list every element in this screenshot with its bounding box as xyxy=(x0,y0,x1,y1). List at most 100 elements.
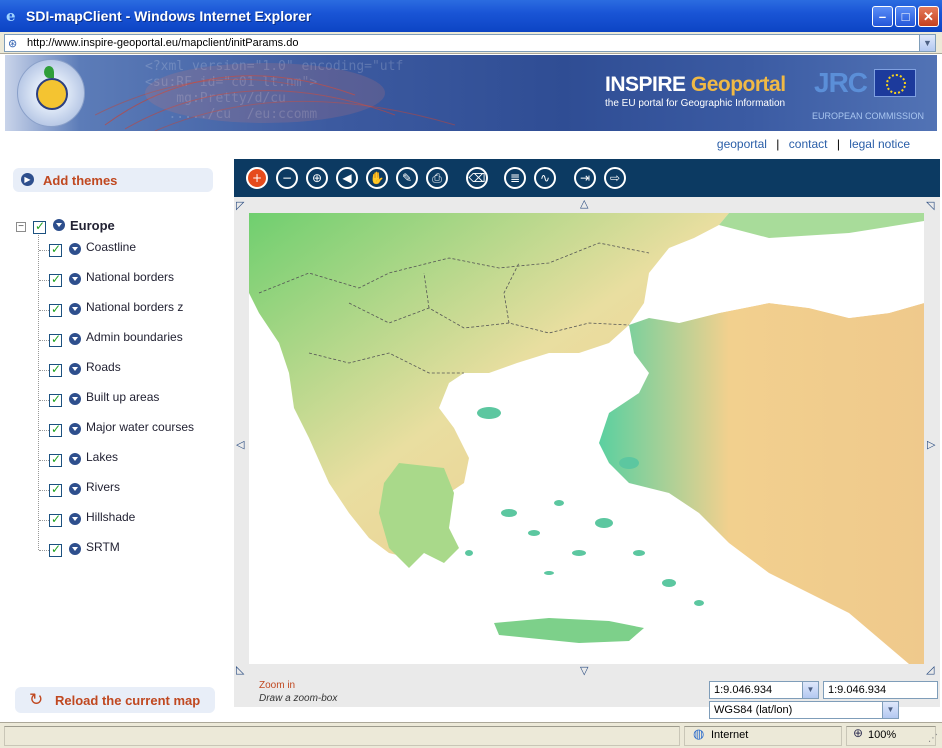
layer-label[interactable]: Coastline xyxy=(86,240,136,254)
link-separator: | xyxy=(836,137,840,151)
tree-branch-line xyxy=(39,400,49,401)
add-themes-label: Add themes xyxy=(43,173,118,188)
layer-label[interactable]: Lakes xyxy=(86,450,118,464)
window-titlebar: e SDI-mapClient - Windows Internet Explo… xyxy=(0,0,942,32)
pan-northeast-icon[interactable]: ◹ xyxy=(926,199,934,212)
layer-label[interactable]: Built up areas xyxy=(86,390,159,404)
geoportal-link[interactable]: geoportal xyxy=(717,137,767,151)
status-zone-cell xyxy=(684,726,842,746)
status-message-cell xyxy=(4,726,680,746)
browser-statusbar: ◍ Internet ⊕ 100% ⋰ xyxy=(0,722,942,748)
pan-west-icon[interactable]: ◁ xyxy=(236,438,244,451)
layer-checkbox[interactable] xyxy=(49,392,62,407)
export-tool-icon[interactable]: ⇥ xyxy=(574,167,596,189)
layer-checkbox[interactable] xyxy=(49,242,62,257)
active-tool-label: Zoom in xyxy=(259,680,296,691)
banner-arcs-decoration xyxy=(95,63,456,131)
url-dropdown-chevron-down-icon[interactable]: ▼ xyxy=(919,35,935,51)
eu-flag-icon xyxy=(874,69,916,97)
tree-collapse-toggle[interactable]: − xyxy=(16,222,26,232)
top-links: geoportal | contact | legal notice xyxy=(717,137,910,151)
pan-north-icon[interactable]: △ xyxy=(580,197,588,210)
pan-east-icon[interactable]: ▷ xyxy=(927,438,935,451)
layer-label[interactable]: National borders xyxy=(86,270,174,284)
scale-select-chevron-down-icon: ▼ xyxy=(802,682,818,698)
zoom-in-tool-icon[interactable]: + xyxy=(246,167,268,189)
maximize-button[interactable]: □ xyxy=(895,6,916,27)
layer-label[interactable]: Rivers xyxy=(86,480,120,494)
crs-select-value: WGS84 (lat/lon) xyxy=(714,704,793,716)
layer-options-icon[interactable] xyxy=(69,273,81,285)
layer-label[interactable]: Hillshade xyxy=(86,510,135,524)
layer-options-icon[interactable] xyxy=(69,303,81,315)
profile-tool-icon[interactable]: ∿ xyxy=(534,167,556,189)
layer-checkbox[interactable] xyxy=(49,422,62,437)
layer-options-icon[interactable] xyxy=(69,333,81,345)
layer-options-icon[interactable] xyxy=(69,543,81,555)
reload-map-label: Reload the current map xyxy=(55,693,201,708)
layer-checkbox-europe[interactable] xyxy=(33,219,46,234)
layer-options-icon[interactable] xyxy=(69,513,81,525)
layer-options-icon[interactable] xyxy=(69,453,81,465)
scale-select[interactable]: 1:9.046.934 ▼ xyxy=(709,681,819,699)
zoom-out-tool-icon[interactable]: − xyxy=(276,167,298,189)
layer-label[interactable]: Roads xyxy=(86,360,121,374)
layer-checkbox[interactable] xyxy=(49,512,62,527)
layer-checkbox[interactable] xyxy=(49,332,62,347)
layer-label[interactable]: Admin boundaries xyxy=(86,330,183,344)
tree-branch-line xyxy=(39,370,49,371)
layer-options-icon[interactable] xyxy=(69,363,81,375)
zoom-level-label[interactable]: 100% xyxy=(868,729,896,741)
reload-map-button[interactable]: ↻ Reload the current map xyxy=(15,687,215,713)
jrc-logo-text: JRC xyxy=(814,67,868,98)
address-bar: ⊛ http://www.inspire-geoportal.eu/mapcli… xyxy=(0,32,942,54)
save-tool-icon[interactable]: ⇨ xyxy=(604,167,626,189)
zoom-extent-tool-icon[interactable]: ⊕ xyxy=(306,167,328,189)
layer-checkbox[interactable] xyxy=(49,452,62,467)
measure-tool-icon[interactable]: ✎ xyxy=(396,167,418,189)
pan-south-icon[interactable]: ▽ xyxy=(580,664,588,677)
brand-name-main: INSPIRE xyxy=(605,73,691,96)
layer-options-icon[interactable] xyxy=(69,393,81,405)
resize-grip-icon[interactable]: ⋰ xyxy=(928,733,938,744)
close-button[interactable]: ✕ xyxy=(918,6,939,27)
tree-root-label[interactable]: Europe xyxy=(70,218,115,233)
url-field[interactable]: ⊛ http://www.inspire-geoportal.eu/mapcli… xyxy=(4,34,936,52)
legend-tool-icon[interactable]: ≣ xyxy=(504,167,526,189)
pan-northwest-icon[interactable]: ◸ xyxy=(236,199,244,212)
layer-label[interactable]: Major water courses xyxy=(86,420,194,434)
pan-hand-tool-icon[interactable]: ✋ xyxy=(366,167,388,189)
layer-label[interactable]: SRTM xyxy=(86,540,120,554)
ie-logo-icon: e xyxy=(6,7,16,25)
scale-input[interactable] xyxy=(823,681,938,699)
map-status: Zoom in Draw a zoom-box xyxy=(259,680,337,704)
crs-select[interactable]: WGS84 (lat/lon) ▼ xyxy=(709,701,899,719)
minimize-button[interactable]: – xyxy=(872,6,893,27)
print-tool-icon[interactable]: ⎙ xyxy=(426,167,448,189)
brand-name: INSPIRE Geoportal xyxy=(605,73,786,97)
brand-block: INSPIRE Geoportal the EU portal for Geog… xyxy=(605,73,786,109)
add-themes-button[interactable]: ▶ Add themes xyxy=(13,168,213,192)
tree-branch-line xyxy=(39,520,49,521)
zoom-magnifier-icon: ⊕ xyxy=(853,726,864,740)
layer-options-icon[interactable] xyxy=(69,483,81,495)
layer-checkbox[interactable] xyxy=(49,362,62,377)
url-text: http://www.inspire-geoportal.eu/mapclien… xyxy=(27,37,299,49)
layer-checkbox[interactable] xyxy=(49,542,62,557)
layer-options-icon[interactable] xyxy=(53,219,65,231)
layer-options-icon[interactable] xyxy=(69,243,81,255)
layer-label[interactable]: National borders z xyxy=(86,300,183,314)
security-zone-label: Internet xyxy=(711,729,749,741)
erase-tool-icon[interactable]: ⌫ xyxy=(466,167,488,189)
map-canvas[interactable] xyxy=(249,213,924,664)
layer-checkbox[interactable] xyxy=(49,272,62,287)
layer-options-icon[interactable] xyxy=(69,423,81,435)
layer-checkbox[interactable] xyxy=(49,482,62,497)
layer-checkbox[interactable] xyxy=(49,302,62,317)
pan-southeast-icon[interactable]: ◿ xyxy=(926,663,934,676)
pan-southwest-icon[interactable]: ◺ xyxy=(236,663,244,676)
contact-link[interactable]: contact xyxy=(789,137,828,151)
back-tool-icon[interactable]: ◀ xyxy=(336,167,358,189)
legal-notice-link[interactable]: legal notice xyxy=(849,137,910,151)
page-icon: ⊛ xyxy=(8,37,18,50)
